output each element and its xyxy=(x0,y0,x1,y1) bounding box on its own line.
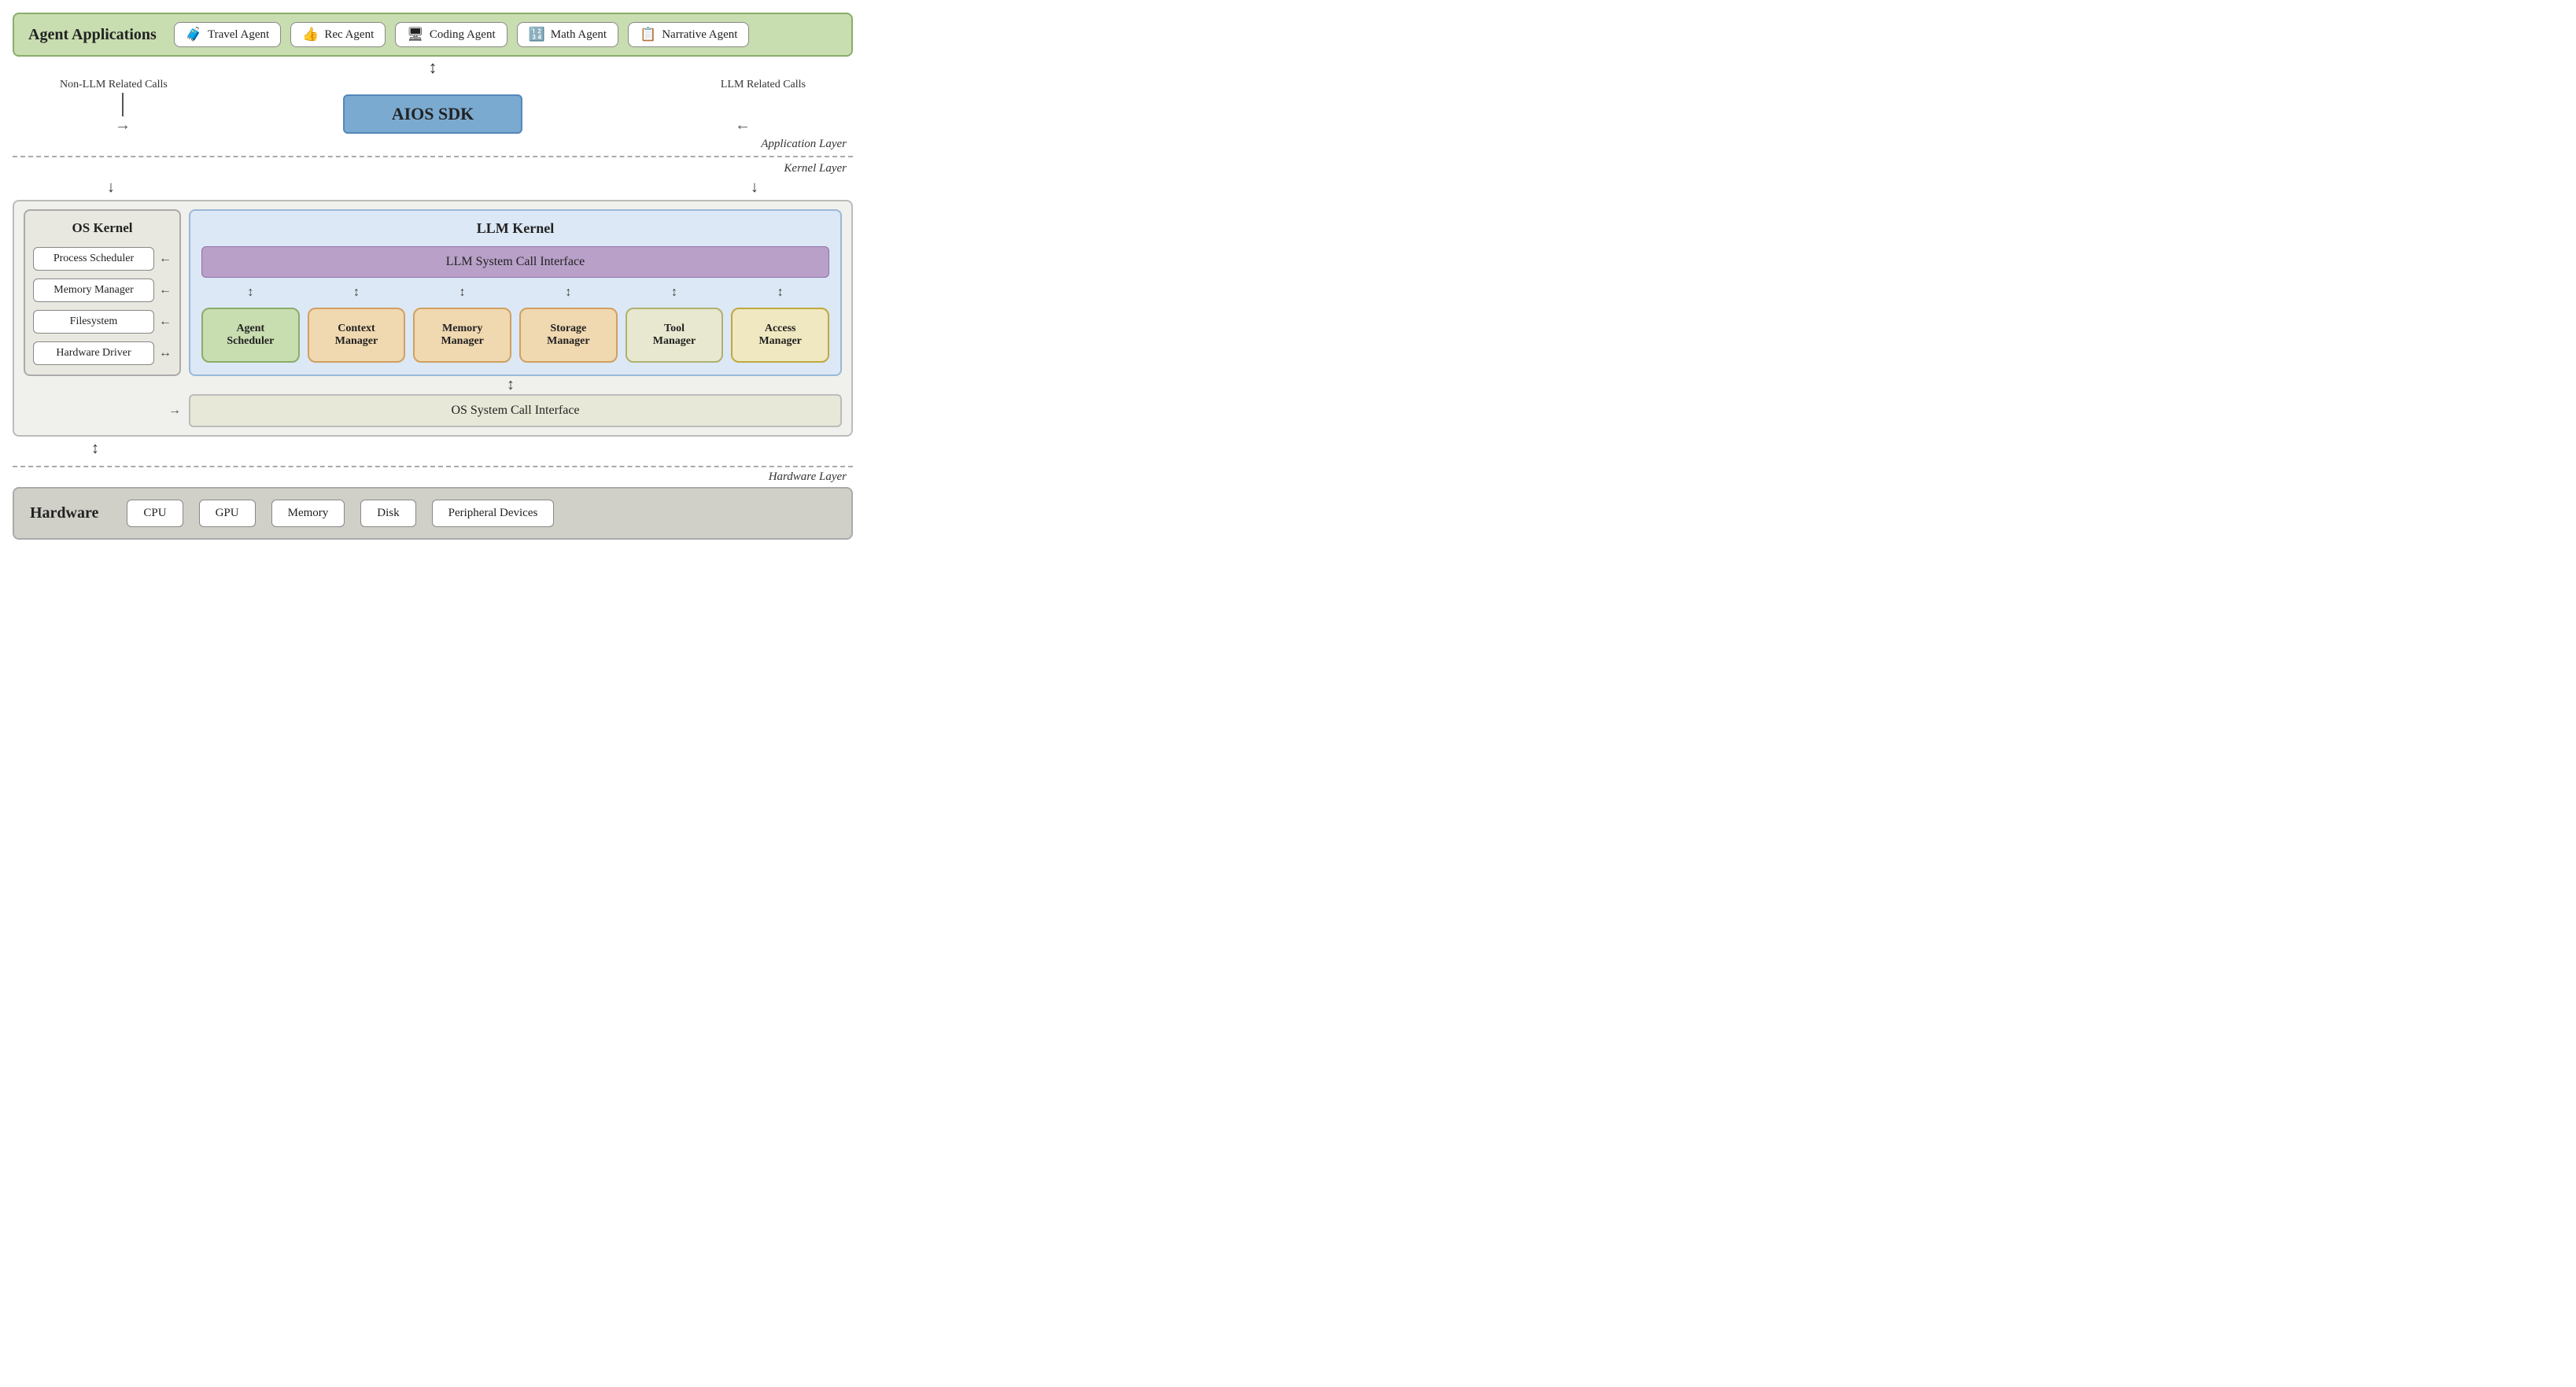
left-arrow-down: → xyxy=(115,116,131,135)
right-down-arrow: ↓ xyxy=(751,179,758,197)
memory-manager-llm-label: MemoryManager xyxy=(441,323,483,348)
process-scheduler-box: Process Scheduler xyxy=(33,247,154,271)
syscall-left: → xyxy=(24,394,181,427)
context-manager-label: ContextManager xyxy=(335,323,378,348)
travel-icon: 🧳 xyxy=(186,27,202,42)
right-arrow-col: ← xyxy=(633,93,853,135)
kernel-layer-label: Kernel Layer xyxy=(13,160,853,179)
os-syscall-bar: OS System Call Interface xyxy=(189,394,842,427)
filesystem-row: Filesystem ← xyxy=(33,310,172,334)
access-manager-box: AccessManager xyxy=(731,308,829,363)
gpu-box: GPU xyxy=(199,500,256,527)
hardware-driver-box: Hardware Driver xyxy=(33,341,154,365)
tool-manager-box: ToolManager xyxy=(626,308,724,363)
coding-agent-box: 🖥 Coding Agent xyxy=(395,22,507,47)
hw-driver-arrow: ↔ xyxy=(159,346,172,360)
sdk-label: AIOS SDK xyxy=(392,104,474,124)
llm-label: LLM Related Calls xyxy=(721,79,806,91)
narrative-icon: 📋 xyxy=(640,27,656,42)
llm-syscall-bar: LLM System Call Interface xyxy=(201,246,829,278)
agent-applications-row: Agent Applications 🧳 Travel Agent 👍 Rec … xyxy=(13,13,853,57)
llm-os-arrow: ↕ xyxy=(24,376,842,394)
kernel-layer-text: Kernel Layer xyxy=(784,162,847,175)
hw-layer-separator xyxy=(13,466,853,467)
storage-manager-box: StorageManager xyxy=(519,308,618,363)
sdk-section: Non-LLM Related Calls LLM Related Calls … xyxy=(13,79,853,135)
syscall-wrapper: → OS System Call Interface xyxy=(24,394,842,427)
math-agent-label: Math Agent xyxy=(551,28,607,42)
memory-manager-row: Memory Manager ← xyxy=(33,279,172,302)
memory-manager-llm-box: MemoryManager xyxy=(413,308,511,363)
travel-agent-label: Travel Agent xyxy=(208,28,269,42)
memory-manager-arrow: ← xyxy=(159,283,172,297)
aios-sdk-box: AIOS SDK xyxy=(343,94,523,134)
process-scheduler-row: Process Scheduler ← xyxy=(33,247,172,271)
math-icon: 🔢 xyxy=(529,27,545,42)
peripheral-box: Peripheral Devices xyxy=(432,500,555,527)
mgr-arrow-1: ↕ xyxy=(201,286,300,300)
os-kernel-title: OS Kernel xyxy=(33,220,172,236)
rec-icon: 👍 xyxy=(302,27,319,42)
left-arrow-col: → xyxy=(13,93,233,135)
left-down-arrow: ↓ xyxy=(107,179,115,197)
filesystem-box: Filesystem xyxy=(33,310,154,334)
sdk-to-kernel-arrows: ↓ ↓ xyxy=(13,179,853,197)
mgr-arrow-3: ↕ xyxy=(413,286,511,300)
llm-managers-row: AgentScheduler ContextManager MemoryMana… xyxy=(201,308,829,363)
llm-kernel-title: LLM Kernel xyxy=(201,220,829,237)
syscall-manager-arrows: ↕ ↕ ↕ ↕ ↕ ↕ xyxy=(201,286,829,300)
memory-manager-os-box: Memory Manager xyxy=(33,279,154,302)
kernel-inner-row: OS Kernel Process Scheduler ← Memory Man… xyxy=(24,209,842,376)
llm-os-bidirectional: ↕ xyxy=(507,376,515,394)
tool-manager-label: ToolManager xyxy=(653,323,696,348)
sdk-row: → AIOS SDK ← xyxy=(13,93,853,135)
mgr-arrow-5: ↕ xyxy=(626,286,724,300)
disk-box: Disk xyxy=(360,500,415,527)
storage-manager-label: StorageManager xyxy=(547,323,589,348)
kernel-hw-arrow: ↕ xyxy=(13,440,853,458)
process-scheduler-arrow: ← xyxy=(159,252,172,266)
coding-agent-label: Coding Agent xyxy=(430,28,496,42)
rec-agent-box: 👍 Rec Agent xyxy=(290,22,386,47)
main-diagram: Agent Applications 🧳 Travel Agent 👍 Rec … xyxy=(13,13,853,540)
application-layer-label: Application Layer xyxy=(13,135,853,153)
cpu-box: CPU xyxy=(127,500,183,527)
hardware-layer-text: Hardware Layer xyxy=(769,470,847,483)
agent-scheduler-label: AgentScheduler xyxy=(227,323,274,348)
filesystem-arrow: ← xyxy=(159,315,172,329)
right-arrow: ← xyxy=(735,116,751,135)
os-kernel-box: OS Kernel Process Scheduler ← Memory Man… xyxy=(24,209,181,376)
kernel-hw-down-arrow: ↕ xyxy=(91,440,99,458)
hardware-row: Hardware CPU GPU Memory Disk Peripheral … xyxy=(13,487,853,540)
access-manager-label: AccessManager xyxy=(758,323,801,348)
coding-icon: 🖥 xyxy=(407,27,424,42)
agent-scheduler-box: AgentScheduler xyxy=(201,308,300,363)
memory-box: Memory xyxy=(271,500,345,527)
narrative-agent-box: 📋 Narrative Agent xyxy=(628,22,749,47)
app-sdk-arrow: ↕ xyxy=(429,57,437,78)
llm-kernel-box: LLM Kernel LLM System Call Interface ↕ ↕… xyxy=(189,209,842,376)
mgr-arrow-4: ↕ xyxy=(519,286,618,300)
app-sdk-arrow-area: ↕ xyxy=(13,57,853,79)
math-agent-box: 🔢 Math Agent xyxy=(517,22,618,47)
agent-apps-label: Agent Applications xyxy=(28,26,157,44)
rec-agent-label: Rec Agent xyxy=(324,28,374,42)
application-layer-text: Application Layer xyxy=(761,138,847,151)
mgr-arrow-6: ↕ xyxy=(731,286,829,300)
kernel-combined-box: OS Kernel Process Scheduler ← Memory Man… xyxy=(13,200,853,437)
travel-agent-box: 🧳 Travel Agent xyxy=(174,22,281,47)
mgr-arrow-2: ↕ xyxy=(308,286,406,300)
hardware-layer-label: Hardware Layer xyxy=(13,469,853,487)
hardware-driver-row: Hardware Driver ↔ xyxy=(33,341,172,365)
left-line xyxy=(122,93,124,116)
context-manager-box: ContextManager xyxy=(308,308,406,363)
syscall-right: OS System Call Interface xyxy=(189,394,842,427)
narrative-agent-label: Narrative Agent xyxy=(662,28,737,42)
app-kernel-separator xyxy=(13,156,853,157)
hardware-label: Hardware xyxy=(30,504,98,522)
hw-driver-to-syscall-arrow: → xyxy=(168,404,181,418)
sdk-labels: Non-LLM Related Calls LLM Related Calls xyxy=(13,79,853,93)
nonllm-label: Non-LLM Related Calls xyxy=(60,79,168,91)
